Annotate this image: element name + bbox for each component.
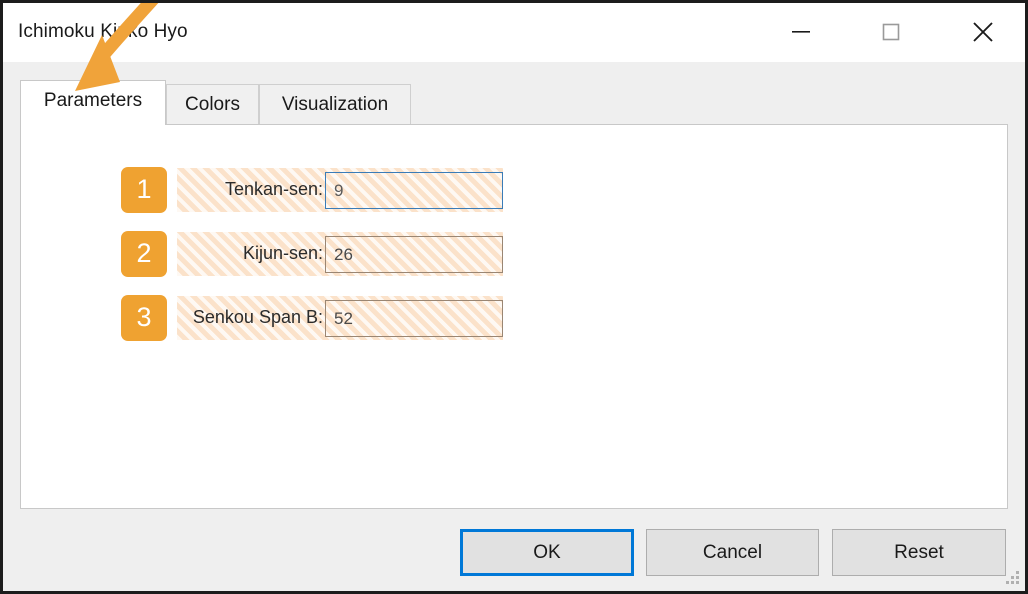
maximize-button[interactable] <box>861 3 921 61</box>
step-badge-1: 1 <box>121 167 167 213</box>
senkou-span-b-input[interactable] <box>325 300 503 337</box>
tab-parameters[interactable]: Parameters <box>20 80 166 125</box>
reset-button[interactable]: Reset <box>832 529 1006 576</box>
window-title: Ichimoku Kinko Hyo <box>18 21 188 42</box>
minimize-icon <box>792 31 810 33</box>
kijun-sen-input[interactable] <box>325 236 503 273</box>
maximize-icon <box>882 23 900 41</box>
grip-dot <box>1016 581 1019 584</box>
grip-dot <box>1016 576 1019 579</box>
tab-content-panel <box>20 124 1008 509</box>
close-icon <box>973 22 993 42</box>
grip-dot <box>1006 581 1009 584</box>
senkou-span-b-label: Senkou Span B: <box>192 307 323 327</box>
tab-colors[interactable]: Colors <box>166 84 259 125</box>
title-bar: Ichimoku Kinko Hyo <box>3 3 1025 62</box>
tenkan-sen-label: Tenkan-sen: <box>224 179 323 199</box>
ok-button[interactable]: OK <box>460 529 634 576</box>
cancel-button[interactable]: Cancel <box>646 529 819 576</box>
minimize-button[interactable] <box>771 3 831 61</box>
grip-dot <box>1011 581 1014 584</box>
grip-dot <box>1016 571 1019 574</box>
kijun-sen-label: Kijun-sen: <box>242 243 323 263</box>
step-badge-2: 2 <box>121 231 167 277</box>
step-badge-3: 3 <box>121 295 167 341</box>
grip-dot <box>1011 576 1014 579</box>
active-tab-notch <box>21 123 165 126</box>
tab-strip: Parameters Colors Visualization <box>3 62 1025 125</box>
close-button[interactable] <box>953 3 1013 61</box>
tab-visualization[interactable]: Visualization <box>259 84 411 125</box>
dialog-window: Ichimoku Kinko Hyo Parameters Colors Vis… <box>0 0 1028 594</box>
tenkan-sen-input[interactable] <box>325 172 503 209</box>
resize-grip[interactable] <box>1005 571 1019 585</box>
